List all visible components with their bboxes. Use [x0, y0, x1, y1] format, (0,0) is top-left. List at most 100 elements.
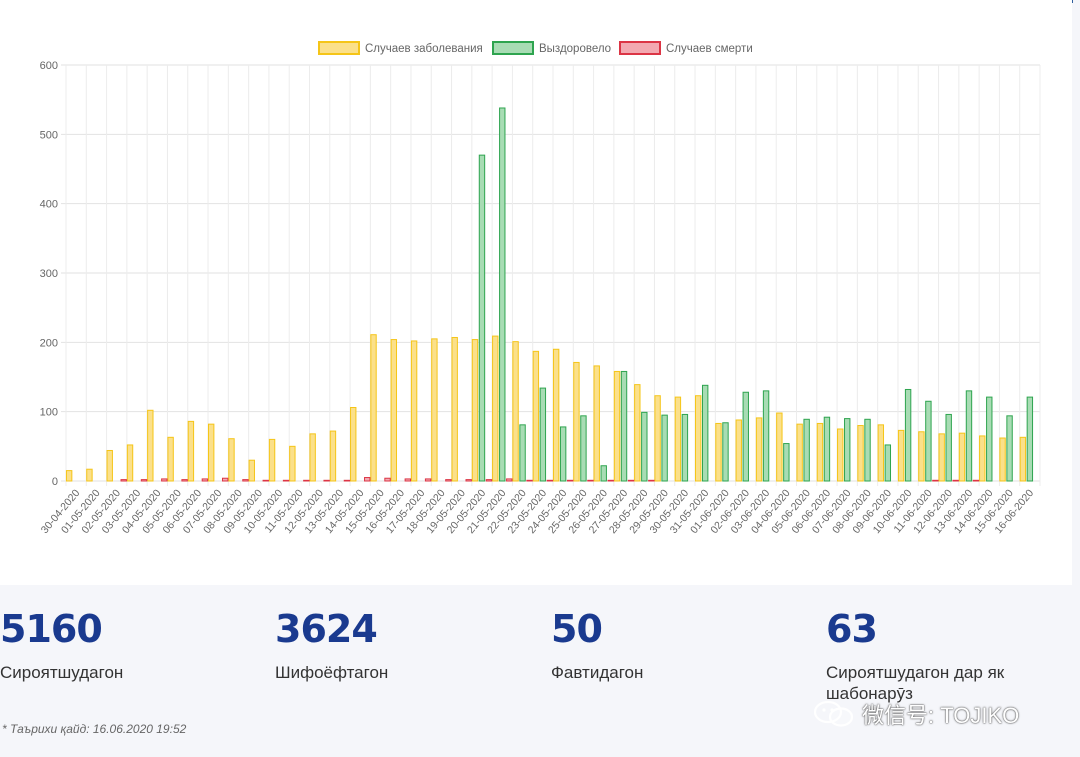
bar-cases: [999, 437, 1006, 482]
bar-cases: [329, 430, 337, 482]
bar-cases: [1019, 436, 1027, 482]
stat-infected-value: 5160: [0, 607, 103, 651]
bar-cases: [715, 422, 722, 482]
y-tick-label: 300: [40, 268, 58, 280]
bar-deaths: [242, 479, 249, 482]
bar-recovered: [478, 154, 486, 482]
bar-recovered: [661, 414, 668, 482]
bar-deaths: [424, 478, 432, 482]
bar-recovered: [965, 390, 973, 482]
bar-cases: [390, 339, 398, 482]
bar-cases: [289, 445, 296, 482]
y-tick-label: 100: [40, 407, 58, 419]
bar-recovered: [904, 388, 912, 482]
bar-recovered: [559, 426, 567, 482]
bar-deaths: [303, 479, 310, 482]
bar-deaths: [384, 477, 391, 482]
stat-daily: 63 Сироятшудагон дар як шабонарӯз: [826, 610, 1056, 704]
stat-deaths: 50 Фавтидагон: [551, 610, 781, 683]
stat-recovered-label: Шифоёфтагон: [275, 663, 389, 682]
stat-daily-value: 63: [826, 607, 878, 651]
bar-deaths: [932, 479, 939, 482]
bar-deaths: [506, 478, 513, 482]
bar-recovered: [844, 418, 851, 482]
bar-cases: [796, 423, 803, 482]
y-tick-label: 0: [52, 476, 58, 488]
bar-recovered: [986, 396, 993, 482]
bar-deaths: [262, 479, 269, 482]
bar-cases: [147, 409, 154, 482]
bar-cases: [228, 438, 235, 482]
bar-recovered: [1026, 396, 1034, 482]
bar-deaths: [323, 479, 330, 482]
bar-cases: [126, 444, 134, 482]
bar-recovered: [823, 416, 831, 482]
bar-recovered: [600, 465, 607, 482]
bar-cases: [816, 422, 824, 482]
y-tick-label: 500: [40, 129, 58, 141]
bar-deaths: [566, 479, 574, 482]
bar-recovered: [925, 400, 932, 482]
bar-cases: [755, 417, 763, 482]
bar-recovered: [539, 387, 547, 482]
bar-deaths: [343, 479, 351, 482]
bar-recovered: [641, 411, 648, 482]
bar-cases: [492, 335, 499, 482]
y-tick-label: 200: [40, 337, 58, 349]
bar-deaths: [648, 479, 655, 482]
bar-deaths: [546, 479, 554, 482]
bar-deaths: [445, 479, 452, 482]
bar-deaths: [364, 477, 371, 482]
bar-recovered: [864, 418, 871, 482]
bar-cases: [532, 350, 540, 482]
bar-cases: [207, 423, 215, 482]
bar-recovered: [701, 384, 709, 482]
stat-recovered: 3624 Шифоёфтагон: [275, 610, 505, 683]
bar-cases: [187, 420, 195, 482]
legend-label: Выздоровело: [539, 43, 611, 55]
bar-cases: [512, 341, 519, 482]
watermark-text: 微信号: TOJIKO: [862, 703, 1020, 728]
bar-recovered: [742, 391, 749, 482]
bar-cases: [979, 435, 986, 482]
stat-deaths-label: Фавтидагон: [551, 663, 644, 682]
bar-recovered: [762, 390, 770, 482]
bar-cases: [938, 433, 945, 482]
bar-deaths: [201, 478, 209, 482]
bar-deaths: [972, 479, 980, 482]
bar-cases: [735, 419, 742, 482]
legend-swatch: [619, 41, 661, 55]
bar-deaths: [952, 479, 959, 482]
bar-deaths: [120, 479, 127, 482]
bar-cases: [309, 433, 316, 482]
bar-deaths: [181, 479, 188, 482]
stat-infected: 5160 Сироятшудагон: [0, 610, 230, 683]
bar-cases: [268, 438, 276, 482]
bar-deaths: [404, 478, 412, 482]
bar-cases: [593, 365, 600, 482]
bar-deaths: [485, 479, 493, 482]
bar-recovered: [783, 443, 790, 482]
bar-cases: [86, 468, 93, 482]
legend-swatch: [492, 41, 534, 55]
bar-recovered: [580, 415, 587, 482]
bar-deaths: [282, 479, 290, 482]
stat-infected-label: Сироятшудагон: [0, 663, 124, 682]
bar-recovered: [499, 107, 506, 482]
bar-recovered: [884, 444, 892, 482]
bar-recovered: [803, 418, 810, 482]
bar-deaths: [526, 479, 533, 482]
stat-recovered-value: 3624: [275, 607, 378, 651]
last-updated-note: * Таърихи қайд: 16.06.2020 19:52: [2, 722, 187, 736]
bar-cases: [776, 412, 783, 482]
bar-recovered: [945, 413, 952, 482]
bar-cases: [857, 425, 864, 482]
legend-label: Случаев заболевания: [365, 43, 483, 55]
bar-deaths: [587, 479, 594, 482]
bar-cases: [370, 334, 377, 482]
bar-cases: [410, 340, 418, 482]
bar-cases: [918, 431, 925, 482]
bar-cases: [573, 361, 580, 482]
bar-deaths: [161, 478, 168, 482]
stat-deaths-value: 50: [551, 607, 603, 651]
